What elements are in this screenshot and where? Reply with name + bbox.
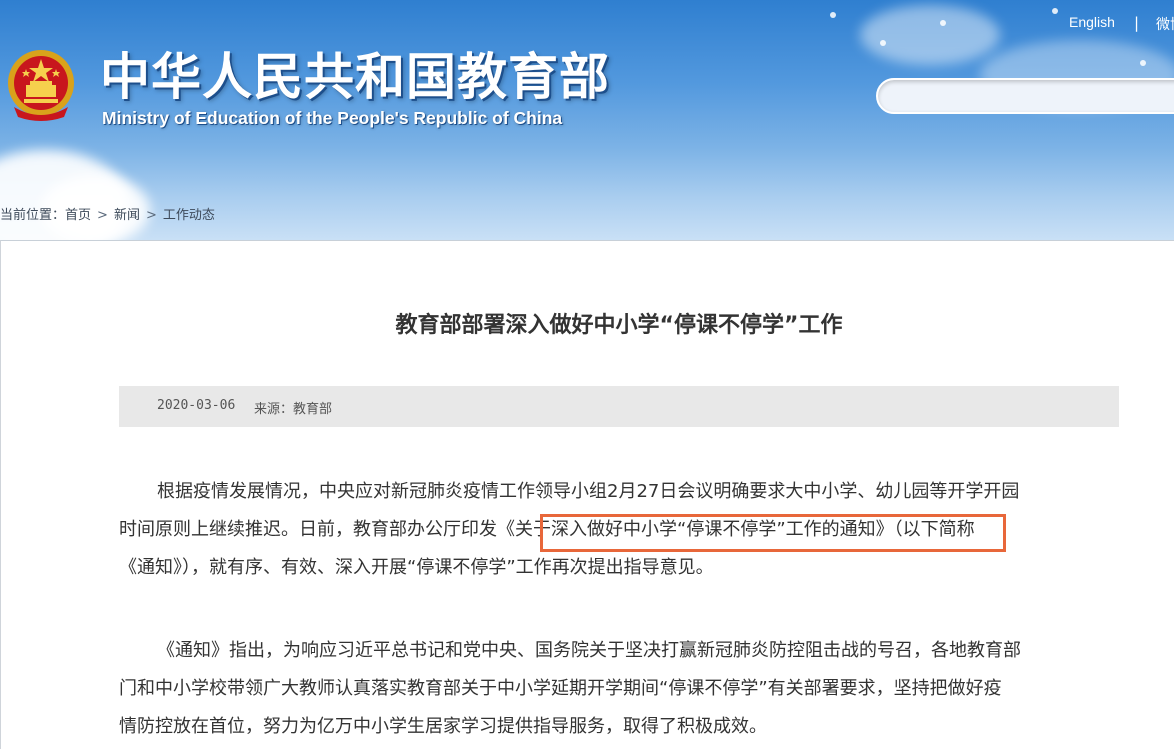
breadcrumb: 当前位置：首页 > 新闻 > 工作动态 bbox=[0, 204, 215, 223]
breadcrumb-separator: > bbox=[145, 208, 157, 223]
article-source: 来源：教育部 bbox=[254, 402, 333, 417]
language-divider: | bbox=[1134, 14, 1140, 32]
article-title: 教育部部署深入做好中小学“停课不停学”工作 bbox=[395, 313, 843, 338]
breadcrumb-work-news-link[interactable]: 工作动态 bbox=[163, 204, 215, 223]
dandelion-seed-icon bbox=[830, 12, 836, 18]
paragraph-line-text: 根据疫情发展情况，中央应对新冠肺炎疫情工作领导小组2月27日会议明确要求大中小学… bbox=[157, 481, 1020, 502]
paragraph-line: 门和中小学校带领广大教师认真落实教育部关于中小学延期开学期间“停课不停学”有关部… bbox=[119, 678, 1002, 699]
article-paragraph-1: 根据疫情发展情况，中央应对新冠肺炎疫情工作领导小组2月27日会议明确要求大中小学… bbox=[119, 473, 1119, 587]
dandelion-seed-icon bbox=[940, 20, 946, 26]
breadcrumb-separator: > bbox=[97, 208, 108, 223]
paragraph-line: 《通知》指出，为响应习近平总书记和党中央、国务院关于坚决打赢新冠肺炎防控阻击战的… bbox=[119, 632, 1119, 670]
breadcrumb-news-link[interactable]: 新闻 bbox=[114, 204, 140, 223]
breadcrumb-home-link[interactable]: 首页 bbox=[65, 204, 91, 223]
article-paragraph-2: 《通知》指出，为响应习近平总书记和党中央、国务院关于坚决打赢新冠肺炎防控阻击战的… bbox=[119, 632, 1119, 746]
dandelion-seed-icon bbox=[880, 40, 886, 46]
article-meta-bar: 2020-03-06 来源：教育部 bbox=[119, 386, 1119, 427]
site-title: 中华人民共和国教育部 bbox=[100, 48, 610, 106]
paragraph-line: 《通知》），就有序、有效、深入开展“停课不停学”工作再次提出指导意见。 bbox=[119, 557, 714, 578]
paragraph-line: 时间原则上继续推迟。日前，教育部办公厅印发《关于深入做好中小学“停课不停学”工作… bbox=[119, 519, 975, 540]
cloud-decoration bbox=[860, 5, 1000, 65]
breadcrumb-prefix: 当前位置： bbox=[0, 208, 66, 223]
dandelion-seed-icon bbox=[1052, 8, 1058, 14]
paragraph-line: 情防控放在首位，努力为亿万中小学生居家学习提供指导服务，取得了积极成效。 bbox=[119, 716, 767, 737]
dandelion-seed-icon bbox=[1140, 60, 1146, 66]
article-date: 2020-03-06 bbox=[157, 398, 236, 413]
paragraph-line-text: 《通知》指出，为响应习近平总书记和党中央、国务院关于坚决打赢新冠肺炎防控阻击战的… bbox=[157, 640, 1021, 661]
header-banner: 中华人民共和国教育部 Ministry of Education of the … bbox=[0, 0, 1174, 240]
paragraph-line: 根据疫情发展情况，中央应对新冠肺炎疫情工作领导小组2月27日会议明确要求大中小学… bbox=[119, 473, 1119, 511]
site-subtitle: Ministry of Education of the People's Re… bbox=[102, 108, 563, 128]
national-emblem-icon bbox=[8, 50, 74, 121]
english-link[interactable]: English bbox=[1069, 14, 1115, 30]
weibo-link[interactable]: 微博 bbox=[1156, 14, 1174, 34]
search-input[interactable] bbox=[876, 78, 1174, 114]
